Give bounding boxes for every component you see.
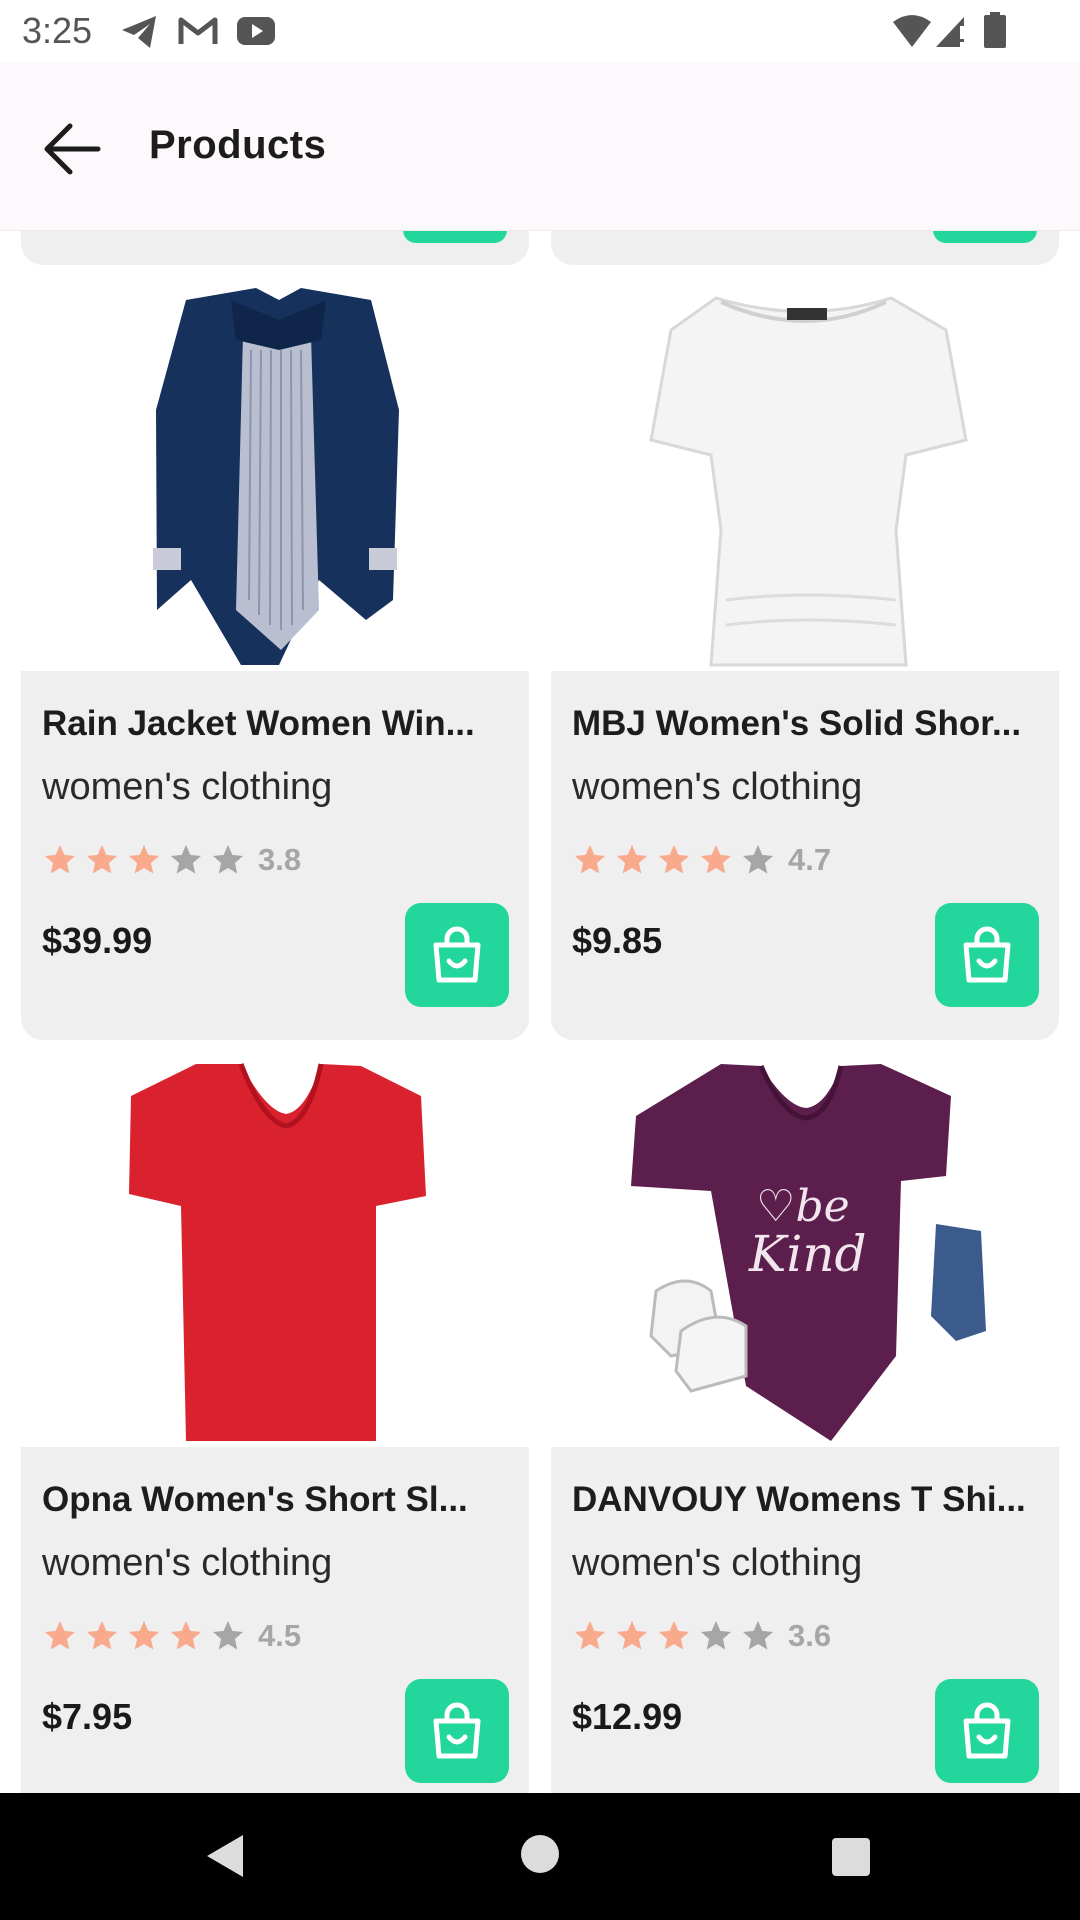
star-filled-icon <box>171 1621 201 1650</box>
signal-icon <box>936 17 965 47</box>
gmail-icon <box>178 17 218 44</box>
rain-jacket-image <box>153 288 399 665</box>
product-rating: 4.5 <box>42 1616 301 1656</box>
product-card-partial[interactable] <box>21 230 529 265</box>
product-category: women's clothing <box>572 1542 863 1584</box>
star-filled-icon <box>129 845 159 874</box>
product-name: Opna Women's Short Sl... <box>42 1480 468 1519</box>
star-filled-icon <box>617 845 647 874</box>
add-to-cart-button[interactable] <box>935 903 1039 1007</box>
star-filled-icon <box>659 1621 689 1650</box>
product-price: $12.99 <box>572 1696 683 1737</box>
product-image[interactable]: ♡be Kind <box>551 1056 1059 1447</box>
back-button[interactable] <box>36 113 108 185</box>
star-empty-icon <box>213 1621 243 1650</box>
telegram-icon <box>122 16 156 48</box>
star-filled-icon <box>87 1621 117 1650</box>
app-bar: Products <box>0 63 1080 231</box>
add-to-cart-button-partial[interactable] <box>933 230 1037 243</box>
page-title: Products <box>149 123 327 167</box>
star-empty-icon <box>743 845 773 874</box>
star-empty-icon <box>743 1621 773 1650</box>
product-card[interactable]: MBJ Women's Solid Shor... women's clothi… <box>551 280 1059 1040</box>
white-top-image <box>649 296 968 667</box>
rating-value: 4.5 <box>258 1618 302 1653</box>
product-price: $7.95 <box>42 1696 133 1737</box>
product-name: DANVOUY Womens T Shi... <box>572 1480 1026 1519</box>
youtube-icon <box>237 17 275 45</box>
star-empty-icon <box>171 845 201 874</box>
star-empty-icon <box>213 845 243 874</box>
product-card[interactable]: Rain Jacket Women Win... women's clothin… <box>21 280 529 1040</box>
red-tshirt-image <box>129 1063 426 1441</box>
product-rating: 4.7 <box>572 840 831 880</box>
shopping-bag-icon <box>433 1702 481 1759</box>
svg-text:Kind: Kind <box>748 1225 867 1283</box>
product-image[interactable] <box>21 280 529 671</box>
product-rating: 3.6 <box>572 1616 831 1656</box>
nav-recents-icon[interactable] <box>832 1838 870 1876</box>
product-card-partial[interactable] <box>551 230 1059 265</box>
add-to-cart-button[interactable] <box>405 903 509 1007</box>
system-nav-bar <box>0 1793 1080 1920</box>
wifi-icon <box>893 15 931 47</box>
star-filled-icon <box>575 845 605 874</box>
nav-home-icon[interactable] <box>521 1835 559 1873</box>
product-image[interactable] <box>551 280 1059 671</box>
product-grid[interactable]: Rain Jacket Women Win... women's clothin… <box>0 230 1080 1793</box>
add-to-cart-button[interactable] <box>935 1679 1039 1783</box>
star-filled-icon <box>701 845 731 874</box>
product-card[interactable]: Opna Women's Short Sl... women's clothin… <box>21 1056 529 1793</box>
status-bar: 3:25 <box>0 0 1080 63</box>
nav-back-icon[interactable] <box>205 1833 245 1879</box>
shopping-bag-icon <box>963 1702 1011 1759</box>
product-price: $9.85 <box>572 920 663 961</box>
rating-value: 3.8 <box>258 842 302 877</box>
battery-icon <box>984 12 1006 48</box>
add-to-cart-button[interactable] <box>405 1679 509 1783</box>
product-image[interactable] <box>21 1056 529 1447</box>
product-rating: 3.8 <box>42 840 301 880</box>
product-category: women's clothing <box>572 766 863 808</box>
shopping-bag-icon <box>963 926 1011 983</box>
status-time: 3:25 <box>22 10 93 51</box>
add-to-cart-button-partial[interactable] <box>403 230 507 243</box>
star-filled-icon <box>45 845 75 874</box>
product-category: women's clothing <box>42 1542 333 1584</box>
star-filled-icon <box>129 1621 159 1650</box>
star-filled-icon <box>575 1621 605 1650</box>
arrow-back-icon <box>44 123 101 175</box>
star-empty-icon <box>701 1621 731 1650</box>
product-name: MBJ Women's Solid Shor... <box>572 704 1022 743</box>
star-filled-icon <box>87 845 117 874</box>
star-filled-icon <box>617 1621 647 1650</box>
star-filled-icon <box>659 845 689 874</box>
shopping-bag-icon <box>433 926 481 983</box>
star-filled-icon <box>45 1621 75 1650</box>
purple-tshirt-image: ♡be Kind <box>631 1064 986 1441</box>
rating-value: 3.6 <box>788 1618 832 1653</box>
product-price: $39.99 <box>42 920 153 961</box>
product-name: Rain Jacket Women Win... <box>42 704 475 743</box>
rating-value: 4.7 <box>788 842 832 877</box>
product-card[interactable]: ♡be Kind DANVOUY Womens T Shi... women's… <box>551 1056 1059 1793</box>
product-category: women's clothing <box>42 766 333 808</box>
